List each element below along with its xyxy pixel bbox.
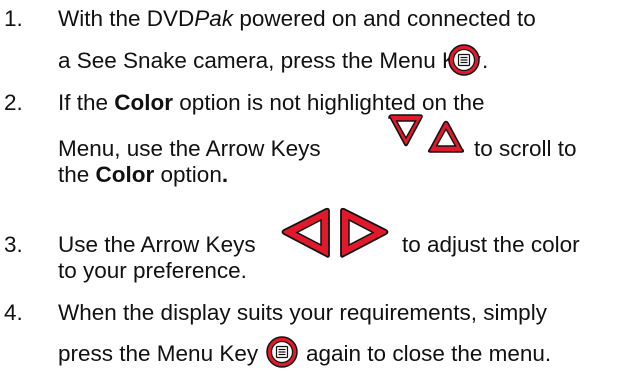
step-text: press the Menu Key bbox=[58, 341, 259, 366]
step-number: 4. bbox=[4, 300, 23, 325]
menu-key-icon bbox=[448, 44, 480, 76]
step-text: With the DVDPak powered on and connected… bbox=[58, 6, 536, 31]
step-text: to scroll to bbox=[474, 136, 577, 161]
step-text: again to close the menu. bbox=[306, 341, 552, 366]
step-text: When the display suits your requirements… bbox=[58, 300, 547, 325]
step-text: If the Color option is not highlighted o… bbox=[58, 90, 485, 115]
step-text: to your preference. bbox=[58, 258, 247, 283]
arrow-up-key-icon bbox=[427, 120, 465, 153]
instruction-document: 1. With the DVDPak powered on and connec… bbox=[0, 0, 639, 375]
menu-key-icon bbox=[266, 336, 298, 368]
arrow-left-key-icon bbox=[281, 207, 330, 258]
step-number: 3. bbox=[4, 232, 23, 257]
step-text: to adjust the color bbox=[402, 232, 580, 257]
step-text: Menu, use the Arrow Keys bbox=[58, 136, 321, 161]
arrow-down-key-icon bbox=[388, 114, 423, 147]
step-text-end: . bbox=[482, 48, 489, 73]
arrow-keys-up-down bbox=[388, 114, 465, 153]
arrow-keys-left-right bbox=[281, 207, 389, 258]
step-number: 2. bbox=[4, 90, 23, 115]
arrow-right-key-icon bbox=[340, 207, 389, 258]
step-number: 1. bbox=[4, 6, 23, 31]
step-text: a See Snake camera, press the Menu Key bbox=[58, 48, 481, 73]
step-text: Use the Arrow Keys bbox=[58, 232, 256, 257]
step-text: the Color option. bbox=[58, 162, 229, 187]
